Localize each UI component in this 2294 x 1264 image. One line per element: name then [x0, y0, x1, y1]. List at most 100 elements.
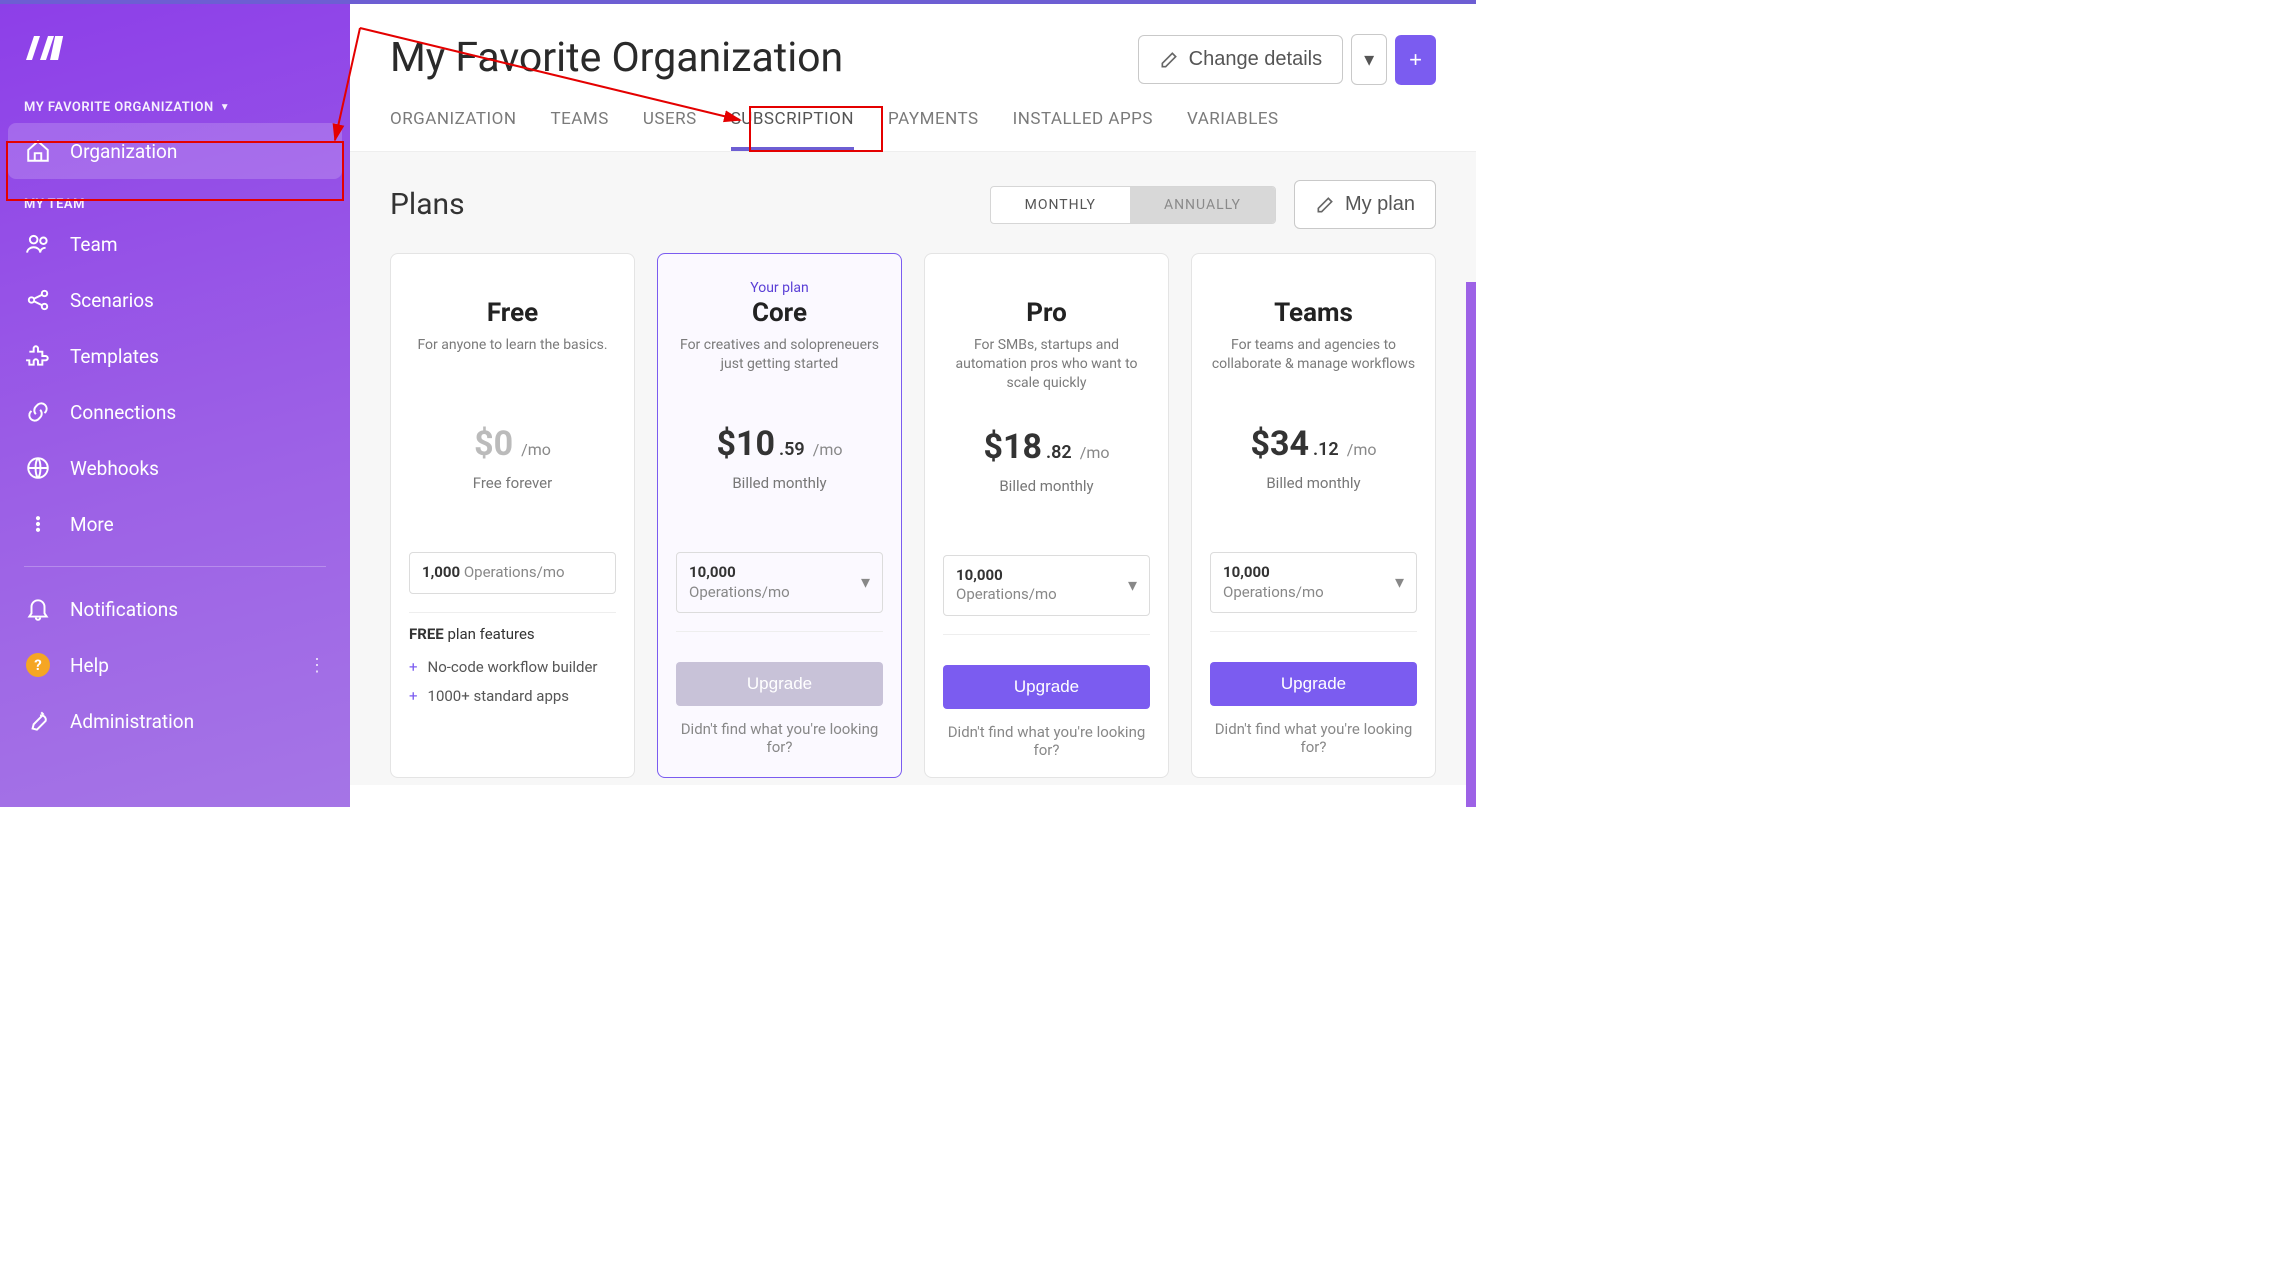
ops-label: Operations/mo	[460, 563, 564, 581]
period-monthly[interactable]: MONTHLY	[991, 187, 1130, 223]
plans-header: Plans MONTHLY ANNUALLY My plan	[390, 180, 1436, 229]
plus-icon: +	[1409, 47, 1422, 72]
price-cents: .59	[779, 439, 805, 460]
tab-payments[interactable]: PAYMENTS	[888, 109, 979, 151]
tab-subscription[interactable]: SUBSCRIPTION	[731, 109, 854, 151]
plan-badge	[943, 280, 1150, 296]
plan-desc: For teams and agencies to collaborate & …	[1210, 336, 1417, 390]
my-plan-label: My plan	[1345, 193, 1415, 216]
price-suffix: /mo	[813, 440, 843, 459]
plan-price: $18.82 /mo	[943, 427, 1150, 467]
ops-num: 10,000	[1223, 563, 1270, 581]
price-cents: .12	[1313, 439, 1339, 460]
upgrade-button[interactable]: Upgrade	[943, 665, 1150, 709]
page-title: My Favorite Organization	[390, 34, 843, 82]
home-icon	[24, 137, 52, 165]
price-suffix: /mo	[521, 440, 551, 459]
sidebar-item-webhooks[interactable]: Webhooks	[0, 440, 350, 496]
price-cents: .82	[1046, 442, 1072, 463]
tab-users[interactable]: USERS	[643, 109, 697, 151]
plans-title: Plans	[390, 187, 465, 222]
operations-dropdown[interactable]: 10,000Operations/mo ▾	[676, 552, 883, 613]
tab-installed-apps[interactable]: INSTALLED APPS	[1013, 109, 1153, 151]
sidebar-item-label: More	[70, 513, 114, 536]
add-button[interactable]: +	[1395, 35, 1436, 85]
plan-badge	[409, 280, 616, 296]
logo[interactable]	[0, 24, 350, 88]
not-found-text: Didn't find what you're looking for?	[676, 720, 883, 756]
link-icon	[24, 398, 52, 426]
sidebar-item-more[interactable]: More	[0, 496, 350, 552]
plan-card-pro: Pro For SMBs, startups and automation pr…	[924, 253, 1169, 778]
sidebar-item-connections[interactable]: Connections	[0, 384, 350, 440]
sidebar-item-administration[interactable]: Administration	[0, 693, 350, 749]
main-content: My Favorite Organization Change details …	[350, 4, 1476, 807]
plan-name: Core	[676, 298, 883, 328]
next-plan-peek	[1466, 282, 1476, 807]
org-tabs: ORGANIZATION TEAMS USERS SUBSCRIPTION PA…	[350, 85, 1476, 152]
plan-divider	[1210, 631, 1417, 632]
sidebar-item-scenarios[interactable]: Scenarios	[0, 272, 350, 328]
wrench-icon	[24, 707, 52, 735]
sidebar-item-organization[interactable]: Organization	[8, 123, 342, 179]
plans-content: Plans MONTHLY ANNUALLY My plan Free For …	[350, 152, 1476, 785]
operations-dropdown[interactable]: 10,000Operations/mo ▾	[1210, 552, 1417, 613]
plan-desc: For SMBs, startups and automation pros w…	[943, 336, 1150, 393]
price-main: $10	[717, 424, 776, 464]
sidebar-item-label: Templates	[70, 345, 159, 368]
tab-teams[interactable]: TEAMS	[551, 109, 609, 151]
period-annually[interactable]: ANNUALLY	[1130, 187, 1275, 223]
operations-box: 1,000 Operations/mo	[409, 552, 616, 594]
org-selector[interactable]: MY FAVORITE ORGANIZATION ▼	[0, 88, 350, 121]
billing-note: Billed monthly	[676, 474, 883, 492]
sidebar-item-help[interactable]: ? Help ⋮	[0, 637, 350, 693]
not-found-text: Didn't find what you're looking for?	[1210, 720, 1417, 756]
feature-item: 1000+ standard apps	[409, 682, 616, 712]
chevron-down-icon: ▾	[861, 572, 870, 593]
edit-icon	[1315, 195, 1335, 215]
bell-icon	[24, 595, 52, 623]
ops-num: 10,000	[689, 563, 736, 581]
ops-num: 10,000	[956, 566, 1003, 584]
tab-variables[interactable]: VARIABLES	[1187, 109, 1279, 151]
share-icon	[24, 286, 52, 314]
sidebar-item-team[interactable]: Team	[0, 216, 350, 272]
operations-dropdown[interactable]: 10,000Operations/mo ▾	[943, 555, 1150, 616]
plan-desc: For creatives and solopreneuers just get…	[676, 336, 883, 390]
change-details-button[interactable]: Change details	[1138, 35, 1343, 84]
header-actions: Change details ▾ +	[1138, 34, 1436, 85]
sidebar-item-label: Scenarios	[70, 289, 154, 312]
dots-vertical-icon	[24, 510, 52, 538]
users-icon	[24, 230, 52, 258]
edit-icon	[1159, 50, 1179, 70]
sidebar: MY FAVORITE ORGANIZATION ▼ Organization …	[0, 4, 350, 807]
sidebar-item-notifications[interactable]: Notifications	[0, 581, 350, 637]
plan-card-teams: Teams For teams and agencies to collabor…	[1191, 253, 1436, 778]
page-header: My Favorite Organization Change details …	[350, 4, 1476, 85]
ops-num: 1,000	[422, 563, 460, 581]
upgrade-button[interactable]: Upgrade	[1210, 662, 1417, 706]
billing-period-toggle: MONTHLY ANNUALLY	[990, 186, 1276, 224]
upgrade-button[interactable]: Upgrade	[676, 662, 883, 706]
tab-organization[interactable]: ORGANIZATION	[390, 109, 517, 151]
sidebar-item-templates[interactable]: Templates	[0, 328, 350, 384]
kebab-icon[interactable]: ⋮	[308, 655, 326, 676]
plan-divider	[676, 631, 883, 632]
ops-label: Operations/mo	[956, 585, 1057, 603]
billing-note: Billed monthly	[943, 477, 1150, 495]
sidebar-item-label: Help	[70, 654, 109, 677]
my-plan-button[interactable]: My plan	[1294, 180, 1436, 229]
feature-item: No-code workflow builder	[409, 653, 616, 683]
plan-name: Teams	[1210, 298, 1417, 328]
change-details-dropdown[interactable]: ▾	[1351, 34, 1387, 85]
price-main: $18	[984, 427, 1043, 467]
plan-badge	[1210, 280, 1417, 296]
help-badge-icon: ?	[24, 651, 52, 679]
sidebar-divider	[24, 566, 326, 567]
caret-down-icon: ▼	[220, 102, 230, 113]
features-list: No-code workflow builder 1000+ standard …	[409, 653, 616, 712]
billing-note: Free forever	[409, 474, 616, 492]
team-section-label: MY TEAM	[0, 181, 350, 216]
make-logo-icon	[24, 32, 72, 64]
sidebar-item-label: Notifications	[70, 598, 178, 621]
